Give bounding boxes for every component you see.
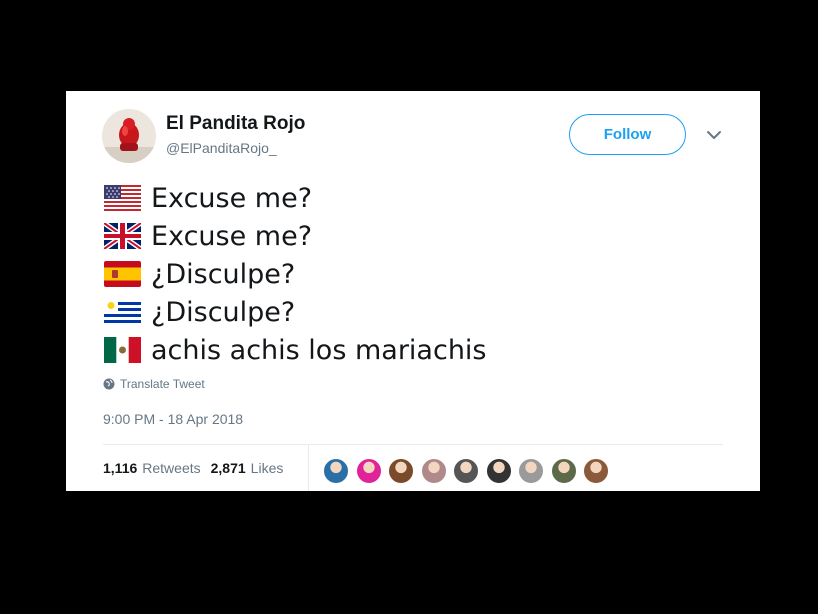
tweet-line-text: Excuse me? [151,220,313,252]
tweet-line: ¿Disculpe? [104,255,487,293]
avatar[interactable] [102,109,156,163]
tweet-line-text: ¿Disculpe? [151,258,296,290]
translate-label[interactable]: Translate Tweet [120,377,205,391]
liker-avatar[interactable] [582,457,610,485]
red-panda-figure-icon [102,109,156,163]
uk-flag-icon [104,223,141,249]
tweet-timestamp[interactable]: 9:00 PM - 18 Apr 2018 [103,411,243,427]
us-flag-icon [104,185,141,211]
liker-avatar[interactable] [484,457,513,485]
liker-avatar[interactable] [387,457,415,485]
tweet-line-text: ¿Disculpe? [151,296,296,328]
tweet-stats: 1,116 Retweets 2,871 Likes [103,460,293,476]
tweet-card: El Pandita Rojo @ElPanditaRojo_ Follow E… [66,91,760,491]
retweets-count: 1,116 [103,460,138,476]
liker-avatar[interactable] [517,457,545,485]
tweet-line: achis achis los mariachis [104,331,487,369]
liker-avatar[interactable] [354,457,383,485]
retweets-stat[interactable]: 1,116 Retweets [103,460,201,476]
likes-label: Likes [250,460,284,476]
chevron-down-icon[interactable] [704,127,724,143]
spain-flag-icon [104,261,141,287]
stats-separator [308,445,309,491]
liker-avatars [322,457,615,485]
globe-icon [103,378,115,390]
translate-tweet-link[interactable]: Translate Tweet [103,377,205,391]
uruguay-flag-icon [104,299,141,325]
tweet-text: Excuse me? Excuse me? ¿Disculpe? ¿Discul… [104,179,487,369]
likes-stat[interactable]: 2,871 Likes [211,460,284,476]
likes-count: 2,871 [210,460,246,476]
retweets-label: Retweets [142,460,201,476]
follow-button[interactable]: Follow [569,114,686,155]
tweet-line: Excuse me? [104,217,487,255]
tweet-line: Excuse me? [104,179,487,217]
tweet-line: ¿Disculpe? [104,293,487,331]
liker-avatar[interactable] [452,457,480,485]
author-name[interactable]: El Pandita Rojo [166,113,305,135]
divider [103,444,723,445]
liker-avatar[interactable] [419,457,448,485]
author-handle[interactable]: @ElPanditaRojo_ [166,140,277,156]
tweet-line-text: Excuse me? [151,182,313,214]
liker-avatar[interactable] [549,457,578,485]
tweet-line-text: achis achis los mariachis [151,334,487,366]
liker-avatar[interactable] [322,457,350,485]
mexico-flag-icon [104,337,141,363]
